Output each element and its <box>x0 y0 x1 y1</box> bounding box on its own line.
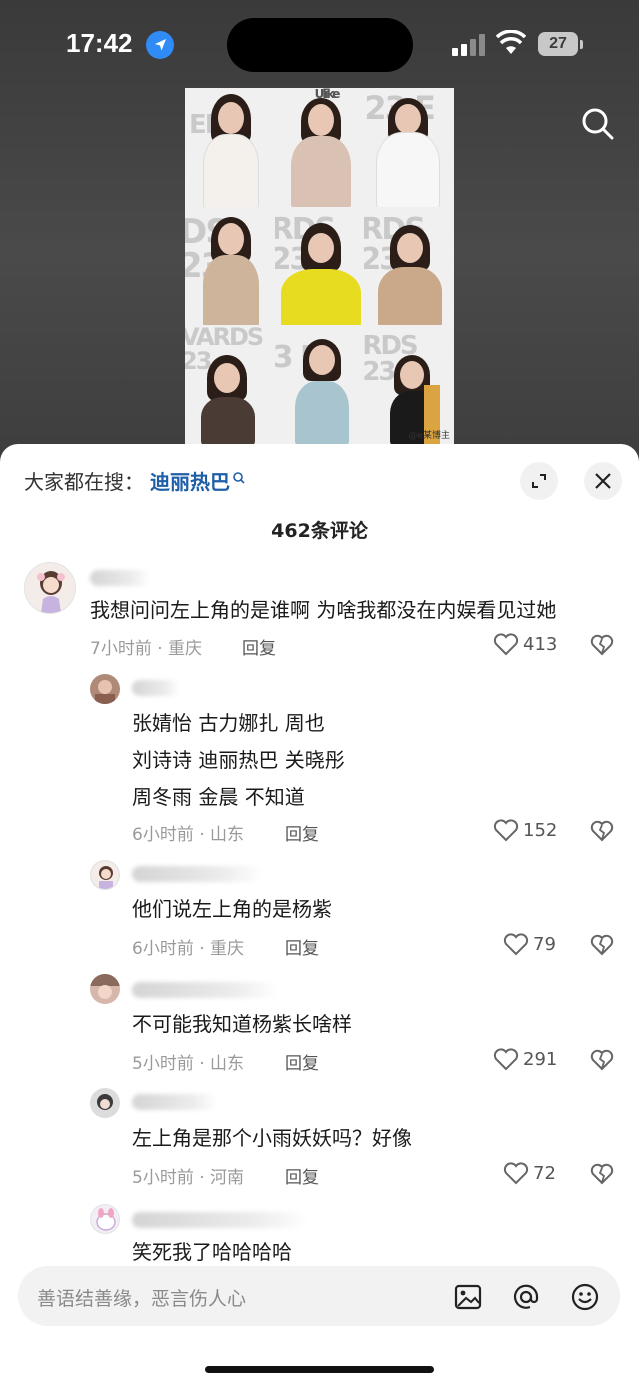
close-icon <box>595 473 611 489</box>
heart-icon <box>493 1048 519 1071</box>
avatar[interactable] <box>90 674 120 704</box>
heart-icon <box>493 819 519 842</box>
status-time: 17:42 <box>66 28 133 58</box>
collage-tile: Ulike <box>275 88 365 207</box>
reply-button[interactable]: 回复 <box>285 1049 319 1074</box>
username-blurred[interactable] <box>132 1212 308 1228</box>
status-bar: 17:42 27 <box>0 0 639 90</box>
collage-tile: ELLE <box>185 88 275 207</box>
comment-text-line: 张婧怡 古力娜扎 周也 <box>132 711 325 735</box>
dislike-heart-icon[interactable] <box>590 634 614 656</box>
home-indicator[interactable] <box>205 1366 434 1373</box>
avatar[interactable] <box>90 974 120 1004</box>
like-count: 413 <box>523 633 558 655</box>
comment-input-placeholder: 善语结善缘，恶言伤人心 <box>37 1288 247 1310</box>
video-background: 17:42 27 ELLE <box>0 0 639 460</box>
avatar[interactable] <box>90 1088 120 1118</box>
hot-search-keyword[interactable]: 迪丽热巴 <box>150 470 230 494</box>
username-blurred[interactable] <box>90 570 150 586</box>
like-count: 291 <box>523 1048 558 1070</box>
collage-tile: RDS 23 <box>364 325 454 444</box>
like-count: 72 <box>533 1162 556 1184</box>
emoji-icon[interactable] <box>569 1281 601 1313</box>
comment-meta: 6小时前 · 山东 <box>132 825 245 845</box>
dislike-heart-icon[interactable] <box>590 1163 614 1185</box>
collage-tile: 3 EL <box>275 325 365 444</box>
search-icon[interactable] <box>578 104 618 144</box>
comment-text-line: 刘诗诗 迪丽热巴 关晓彤 <box>132 748 345 772</box>
reply-button[interactable]: 回复 <box>242 634 276 659</box>
like-button[interactable]: 291 <box>493 1047 557 1071</box>
watermark-text: @e某博主 <box>408 431 450 441</box>
comment-text: 我想问问左上角的是谁啊 为啥我都没在内娱看见过她 <box>90 598 557 622</box>
like-button[interactable]: 413 <box>493 632 557 656</box>
battery-indicator: 27 <box>538 32 578 56</box>
username-blurred[interactable] <box>132 982 278 998</box>
image-icon[interactable] <box>452 1281 484 1313</box>
collage-tile: RDS 23 <box>275 207 365 326</box>
heart-icon <box>493 633 519 656</box>
dislike-heart-icon[interactable] <box>590 820 614 842</box>
keyword-search-icon <box>232 466 246 490</box>
username-blurred[interactable] <box>132 1094 218 1110</box>
dislike-heart-icon[interactable] <box>590 934 614 956</box>
username-blurred[interactable] <box>132 680 180 696</box>
at-mention-icon[interactable] <box>510 1281 542 1313</box>
comment-meta: 5小时前 · 河南 <box>132 1168 245 1188</box>
photo-collage[interactable]: ELLE Ulike 23 E DS 23 RDS 23 <box>185 88 454 444</box>
dislike-heart-icon[interactable] <box>590 1049 614 1071</box>
hot-search-label: 大家都在搜： <box>24 470 144 494</box>
username-blurred[interactable] <box>132 866 262 882</box>
cellular-signal-icon <box>452 32 488 56</box>
wifi-icon <box>495 29 527 56</box>
expand-icon <box>532 474 546 488</box>
location-arrow-icon <box>146 31 174 59</box>
battery-cap <box>580 40 583 49</box>
comment-text: 左上角是那个小雨妖妖吗？好像 <box>132 1126 412 1150</box>
like-button[interactable]: 152 <box>493 818 557 842</box>
comment-text: 他们说左上角的是杨紫 <box>132 897 332 921</box>
expand-button[interactable] <box>520 462 558 500</box>
comment-input[interactable]: 善语结善缘，恶言伤人心 <box>18 1266 620 1326</box>
like-button[interactable]: 79 <box>503 932 556 956</box>
avatar[interactable] <box>24 562 76 614</box>
comment-meta: 7小时前 · 重庆 <box>90 639 203 659</box>
like-count: 79 <box>533 933 556 955</box>
comment-meta: 6小时前 · 重庆 <box>132 939 245 959</box>
comment-text-line: 周冬雨 金晨 不知道 <box>132 785 305 809</box>
collage-tile: RDS 23 <box>364 207 454 326</box>
reply-button[interactable]: 回复 <box>285 934 319 959</box>
heart-icon <box>503 933 529 956</box>
collage-tile: VARDS 23 <box>185 325 275 444</box>
comment-text: 笑死我了哈哈哈哈 <box>132 1240 292 1264</box>
collage-tile: DS 23 <box>185 207 275 326</box>
avatar[interactable] <box>90 860 120 890</box>
hot-search-bar[interactable]: 大家都在搜： 迪丽热巴 <box>24 466 246 495</box>
comment-count: 462条评论 <box>271 520 368 542</box>
reply-button[interactable]: 回复 <box>285 1163 319 1188</box>
dynamic-island <box>227 18 413 72</box>
collage-tile: 23 E <box>364 88 454 207</box>
comment-meta: 5小时前 · 山东 <box>132 1054 245 1074</box>
close-button[interactable] <box>584 462 622 500</box>
reply-button[interactable]: 回复 <box>285 820 319 845</box>
like-count: 152 <box>523 819 558 841</box>
avatar[interactable] <box>90 1204 120 1234</box>
heart-icon <box>503 1162 529 1185</box>
like-button[interactable]: 72 <box>503 1161 556 1185</box>
comment-text: 不可能我知道杨紫长啥样 <box>132 1012 352 1036</box>
